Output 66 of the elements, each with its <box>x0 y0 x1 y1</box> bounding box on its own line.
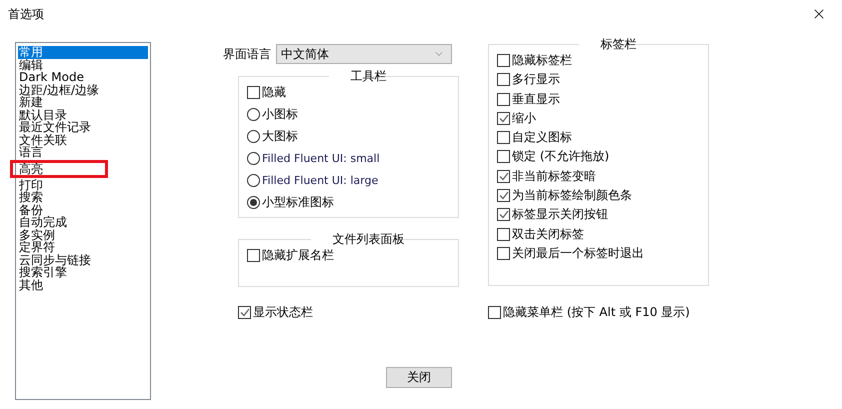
category-item[interactable]: 文件关联 <box>18 134 148 146</box>
checkbox[interactable] <box>238 306 251 319</box>
checkbox-label[interactable]: 垂直显示 <box>512 92 560 107</box>
checkbox-label[interactable]: 隐藏 <box>262 85 286 100</box>
checkbox-label[interactable]: 双击关闭标签 <box>512 226 584 242</box>
category-item[interactable]: 新建 <box>18 96 148 108</box>
category-item[interactable]: 最近文件记录 <box>18 121 148 134</box>
checkbox-label[interactable]: 缩小 <box>512 110 536 126</box>
category-item[interactable]: 编辑 <box>18 58 148 71</box>
checkbox[interactable] <box>488 306 501 319</box>
checkbox-label[interactable]: 为当前标签绘制颜色条 <box>512 188 632 204</box>
checkbox[interactable] <box>497 189 510 202</box>
checkbox-label[interactable]: 隐藏扩展名栏 <box>262 248 334 263</box>
group-title: 文件列表面板 <box>332 231 406 248</box>
checkbox[interactable] <box>247 86 260 99</box>
category-item[interactable]: 云同步与链接 <box>18 254 148 266</box>
checkbox[interactable] <box>497 131 510 144</box>
category-item[interactable]: 其他 <box>18 278 148 291</box>
radio-label[interactable]: Filled Fluent UI: small <box>262 151 380 166</box>
group-title: 标签栏 <box>600 36 638 53</box>
category-item[interactable]: 高亮 <box>10 160 108 178</box>
checkbox[interactable] <box>497 228 510 241</box>
checkbox-label[interactable]: 标签显示关闭按钮 <box>512 207 608 222</box>
group-title: 工具栏 <box>350 68 388 85</box>
checkbox[interactable] <box>497 92 510 106</box>
category-item[interactable]: 边距/边框/边缘 <box>18 84 148 96</box>
radio-button[interactable] <box>247 152 260 165</box>
checkbox[interactable] <box>247 249 260 262</box>
radio-label[interactable]: 小图标 <box>262 107 298 122</box>
checkbox[interactable] <box>497 112 510 125</box>
language-label: 界面语言 <box>223 46 271 62</box>
checkbox-label[interactable]: 显示状态栏 <box>253 305 313 320</box>
checkbox[interactable] <box>497 150 510 164</box>
checkbox[interactable] <box>497 54 510 67</box>
radio-button[interactable] <box>247 130 260 143</box>
category-item[interactable]: 多实例 <box>18 228 148 241</box>
category-item[interactable]: 默认目录 <box>18 108 148 121</box>
category-item[interactable]: 语言 <box>18 146 148 158</box>
checkbox[interactable] <box>497 170 510 183</box>
category-item[interactable]: 打印 <box>18 178 148 191</box>
radio-button[interactable] <box>247 174 260 187</box>
checkbox[interactable] <box>497 246 510 260</box>
checkbox[interactable] <box>497 208 510 222</box>
checkbox-label[interactable]: 自定义图标 <box>512 130 572 146</box>
checkbox-label[interactable]: 多行显示 <box>512 72 560 88</box>
radio-button[interactable] <box>247 196 260 209</box>
language-dropdown[interactable]: 中文简体 <box>276 44 452 64</box>
checkbox-label[interactable]: 隐藏标签栏 <box>512 53 572 68</box>
close-dialog-button[interactable]: 关闭 <box>386 367 452 388</box>
category-item[interactable]: 搜索 <box>18 191 148 204</box>
radio-label[interactable]: 大图标 <box>262 129 298 144</box>
checkbox[interactable] <box>497 73 510 86</box>
category-item[interactable]: Dark Mode <box>18 71 148 84</box>
category-item[interactable]: 备份 <box>18 204 148 216</box>
category-item[interactable]: 搜索引擎 <box>18 266 148 278</box>
radio-button[interactable] <box>247 108 260 121</box>
checkbox-label[interactable]: 关闭最后一个标签时退出 <box>512 246 644 261</box>
category-item[interactable]: 常用 <box>18 46 148 58</box>
checkbox-label[interactable]: 锁定 (不允许拖放) <box>512 149 610 164</box>
radio-label[interactable]: Filled Fluent UI: large <box>262 173 378 188</box>
category-item[interactable]: 自动完成 <box>18 216 148 228</box>
category-item[interactable]: 定界符 <box>18 241 148 254</box>
radio-label[interactable]: 小型标准图标 <box>262 195 334 210</box>
checkbox-label[interactable]: 隐藏菜单栏 (按下 Alt 或 F10 显示) <box>503 305 690 320</box>
window-title: 首选项 <box>8 6 44 22</box>
checkbox-label[interactable]: 非当前标签变暗 <box>512 168 596 184</box>
